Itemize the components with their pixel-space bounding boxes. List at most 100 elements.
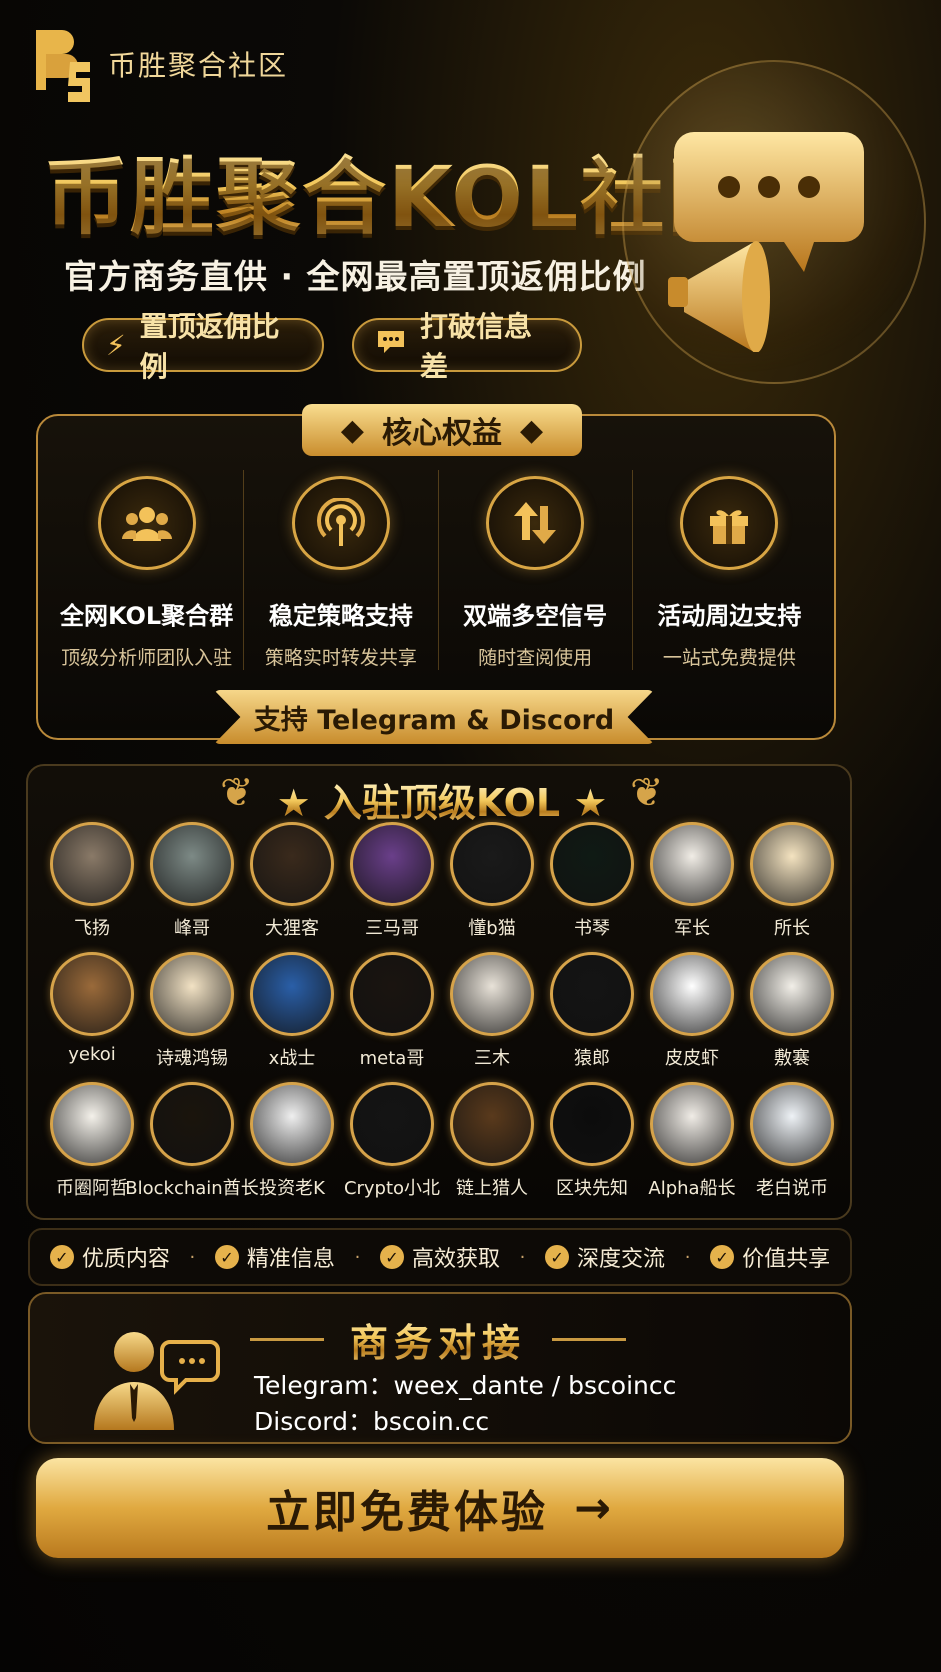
kol-item[interactable]: meta哥 [342,952,442,1069]
contact-title: 商务对接 [250,1312,627,1367]
subtitle: 官方商务直供 · 全网最高置顶返佣比例 [64,257,647,296]
kol-item[interactable]: 皮皮虾 [642,952,742,1069]
kol-avatar[interactable] [650,1082,734,1166]
kol-item[interactable]: Blockchain酋长 [125,1082,259,1199]
kol-item[interactable]: 三马哥 [342,822,442,939]
kol-item[interactable]: 峰哥 [142,822,242,939]
kol-avatar[interactable] [50,1082,134,1166]
hero-bubble [622,60,926,384]
kol-name: 懂b猫 [468,918,516,939]
kol-item[interactable]: 猿郎 [542,952,642,1069]
free-trial-button[interactable]: 立即免费体验 → [36,1458,844,1558]
kol-avatar[interactable] [50,952,134,1036]
kol-name: 所长 [774,918,810,939]
kol-item[interactable]: 三木 [442,952,542,1069]
kol-name: 区块先知 [556,1178,628,1199]
kol-name: 军长 [674,918,710,939]
kol-section-title: ★ 入驻顶级KOL ★ [0,772,884,827]
kol-item[interactable]: yekoi [42,952,142,1068]
kol-item[interactable]: 飞扬 [42,822,142,939]
kol-avatar[interactable] [250,822,334,906]
kol-avatar[interactable] [450,952,534,1036]
kol-avatar[interactable] [150,1082,234,1166]
kol-item[interactable]: Crypto小北 [342,1082,442,1199]
feature-desc: 一站式免费提供 [662,647,796,669]
feature-desc: 顶级分析师团队入驻 [61,647,233,669]
star-icon: ★ [560,781,608,825]
kol-item[interactable]: 诗魂鸿锡 [142,952,242,1069]
kol-avatar[interactable] [450,822,534,906]
kol-avatar[interactable] [450,1082,534,1166]
kol-avatar[interactable] [350,1082,434,1166]
pill-rebate[interactable]: ⚡ 置顶返佣比例 [82,310,324,383]
kol-item[interactable]: 所长 [742,822,842,939]
benefit-label: 价值共享 [742,1247,831,1272]
kol-avatar[interactable] [650,822,734,906]
kol-name: 币圈阿哲 [56,1178,128,1199]
megaphone-chat-icon [668,132,864,352]
pill-info-gap[interactable]: 打破信息差 [352,310,582,383]
core-banner: ◆ 核心权益 ◆ [302,404,582,456]
kol-avatar[interactable] [550,952,634,1036]
kol-name: x战士 [268,1048,316,1069]
kol-item[interactable]: x战士 [242,952,342,1069]
kol-avatar[interactable] [250,1082,334,1166]
kol-avatar[interactable] [550,1082,634,1166]
kol-item[interactable]: 敷褰 [742,952,842,1069]
kol-avatar[interactable] [350,822,434,906]
kol-item[interactable]: 军长 [642,822,742,939]
kol-name: 飞扬 [74,918,110,939]
bs-logo-icon [30,22,96,106]
kol-avatar[interactable] [350,952,434,1036]
arrow-right-icon: → [574,1482,614,1534]
kol-avatar[interactable] [750,822,834,906]
lightning-icon: ⚡ [106,328,126,362]
feature-list: 全网KOL聚合群 顶级分析师团队入驻 稳定策略支持 策略实时转发共享 双端多空信… [50,470,826,670]
kol-avatar[interactable] [50,822,134,906]
benefit-item: ✓ 高效获取 [379,1241,500,1273]
telegram-contact[interactable]: Telegram：weex_dante / bscoincc [254,1366,676,1402]
kol-name: 大狸客 [265,918,319,939]
kol-name: 三马哥 [365,918,419,939]
kol-item[interactable]: 链上猎人 [442,1082,542,1199]
kol-item[interactable]: Alpha船长 [642,1082,742,1199]
logo-text: 币胜聚合社区 [108,49,289,82]
kol-item[interactable]: 投资老K [242,1082,342,1199]
kol-name: 老白说币 [756,1178,828,1199]
kol-item[interactable]: 老白说币 [742,1082,842,1199]
separator-dot: · [519,1246,526,1268]
kol-avatar[interactable] [750,1082,834,1166]
benefit-label: 优质内容 [81,1247,170,1272]
business-person-icon [90,1322,220,1436]
updown-arrows-icon [486,476,585,570]
kol-avatar[interactable] [250,952,334,1036]
group-icon [97,476,196,570]
kol-item[interactable]: 懂b猫 [442,822,542,939]
kol-item[interactable]: 书琴 [542,822,642,939]
feature-title: 稳定策略支持 [268,602,413,630]
discord-contact[interactable]: Discord：bscoin.cc [254,1402,489,1438]
benefit-item: ✓ 深度交流 [545,1241,665,1273]
kol-item[interactable]: 大狸客 [242,822,342,939]
diamond-icon: ◆ [340,412,364,448]
benefit-item: ✓ 优质内容 [49,1241,170,1273]
kol-avatar[interactable] [650,952,734,1036]
kol-item[interactable]: 区块先知 [542,1082,642,1199]
kol-avatar[interactable] [150,822,234,906]
benefit-label: 高效获取 [411,1247,500,1272]
kol-name: 敷褰 [774,1048,810,1069]
separator-dot: · [684,1246,691,1268]
feature-title: 双端多空信号 [463,602,608,630]
kol-name: 书琴 [574,918,610,939]
benefit-label: 精准信息 [246,1247,335,1272]
kol-avatar[interactable] [150,952,234,1036]
kol-avatar[interactable] [550,822,634,906]
kol-name: 峰哥 [174,918,210,939]
star-icon: ★ [276,781,324,825]
kol-name: 投资老K [259,1178,325,1199]
separator-dot: · [354,1246,361,1268]
kol-name: 皮皮虾 [665,1048,719,1069]
divider [552,1338,627,1341]
kol-avatar[interactable] [750,952,834,1036]
check-icon: ✓ [49,1245,74,1269]
